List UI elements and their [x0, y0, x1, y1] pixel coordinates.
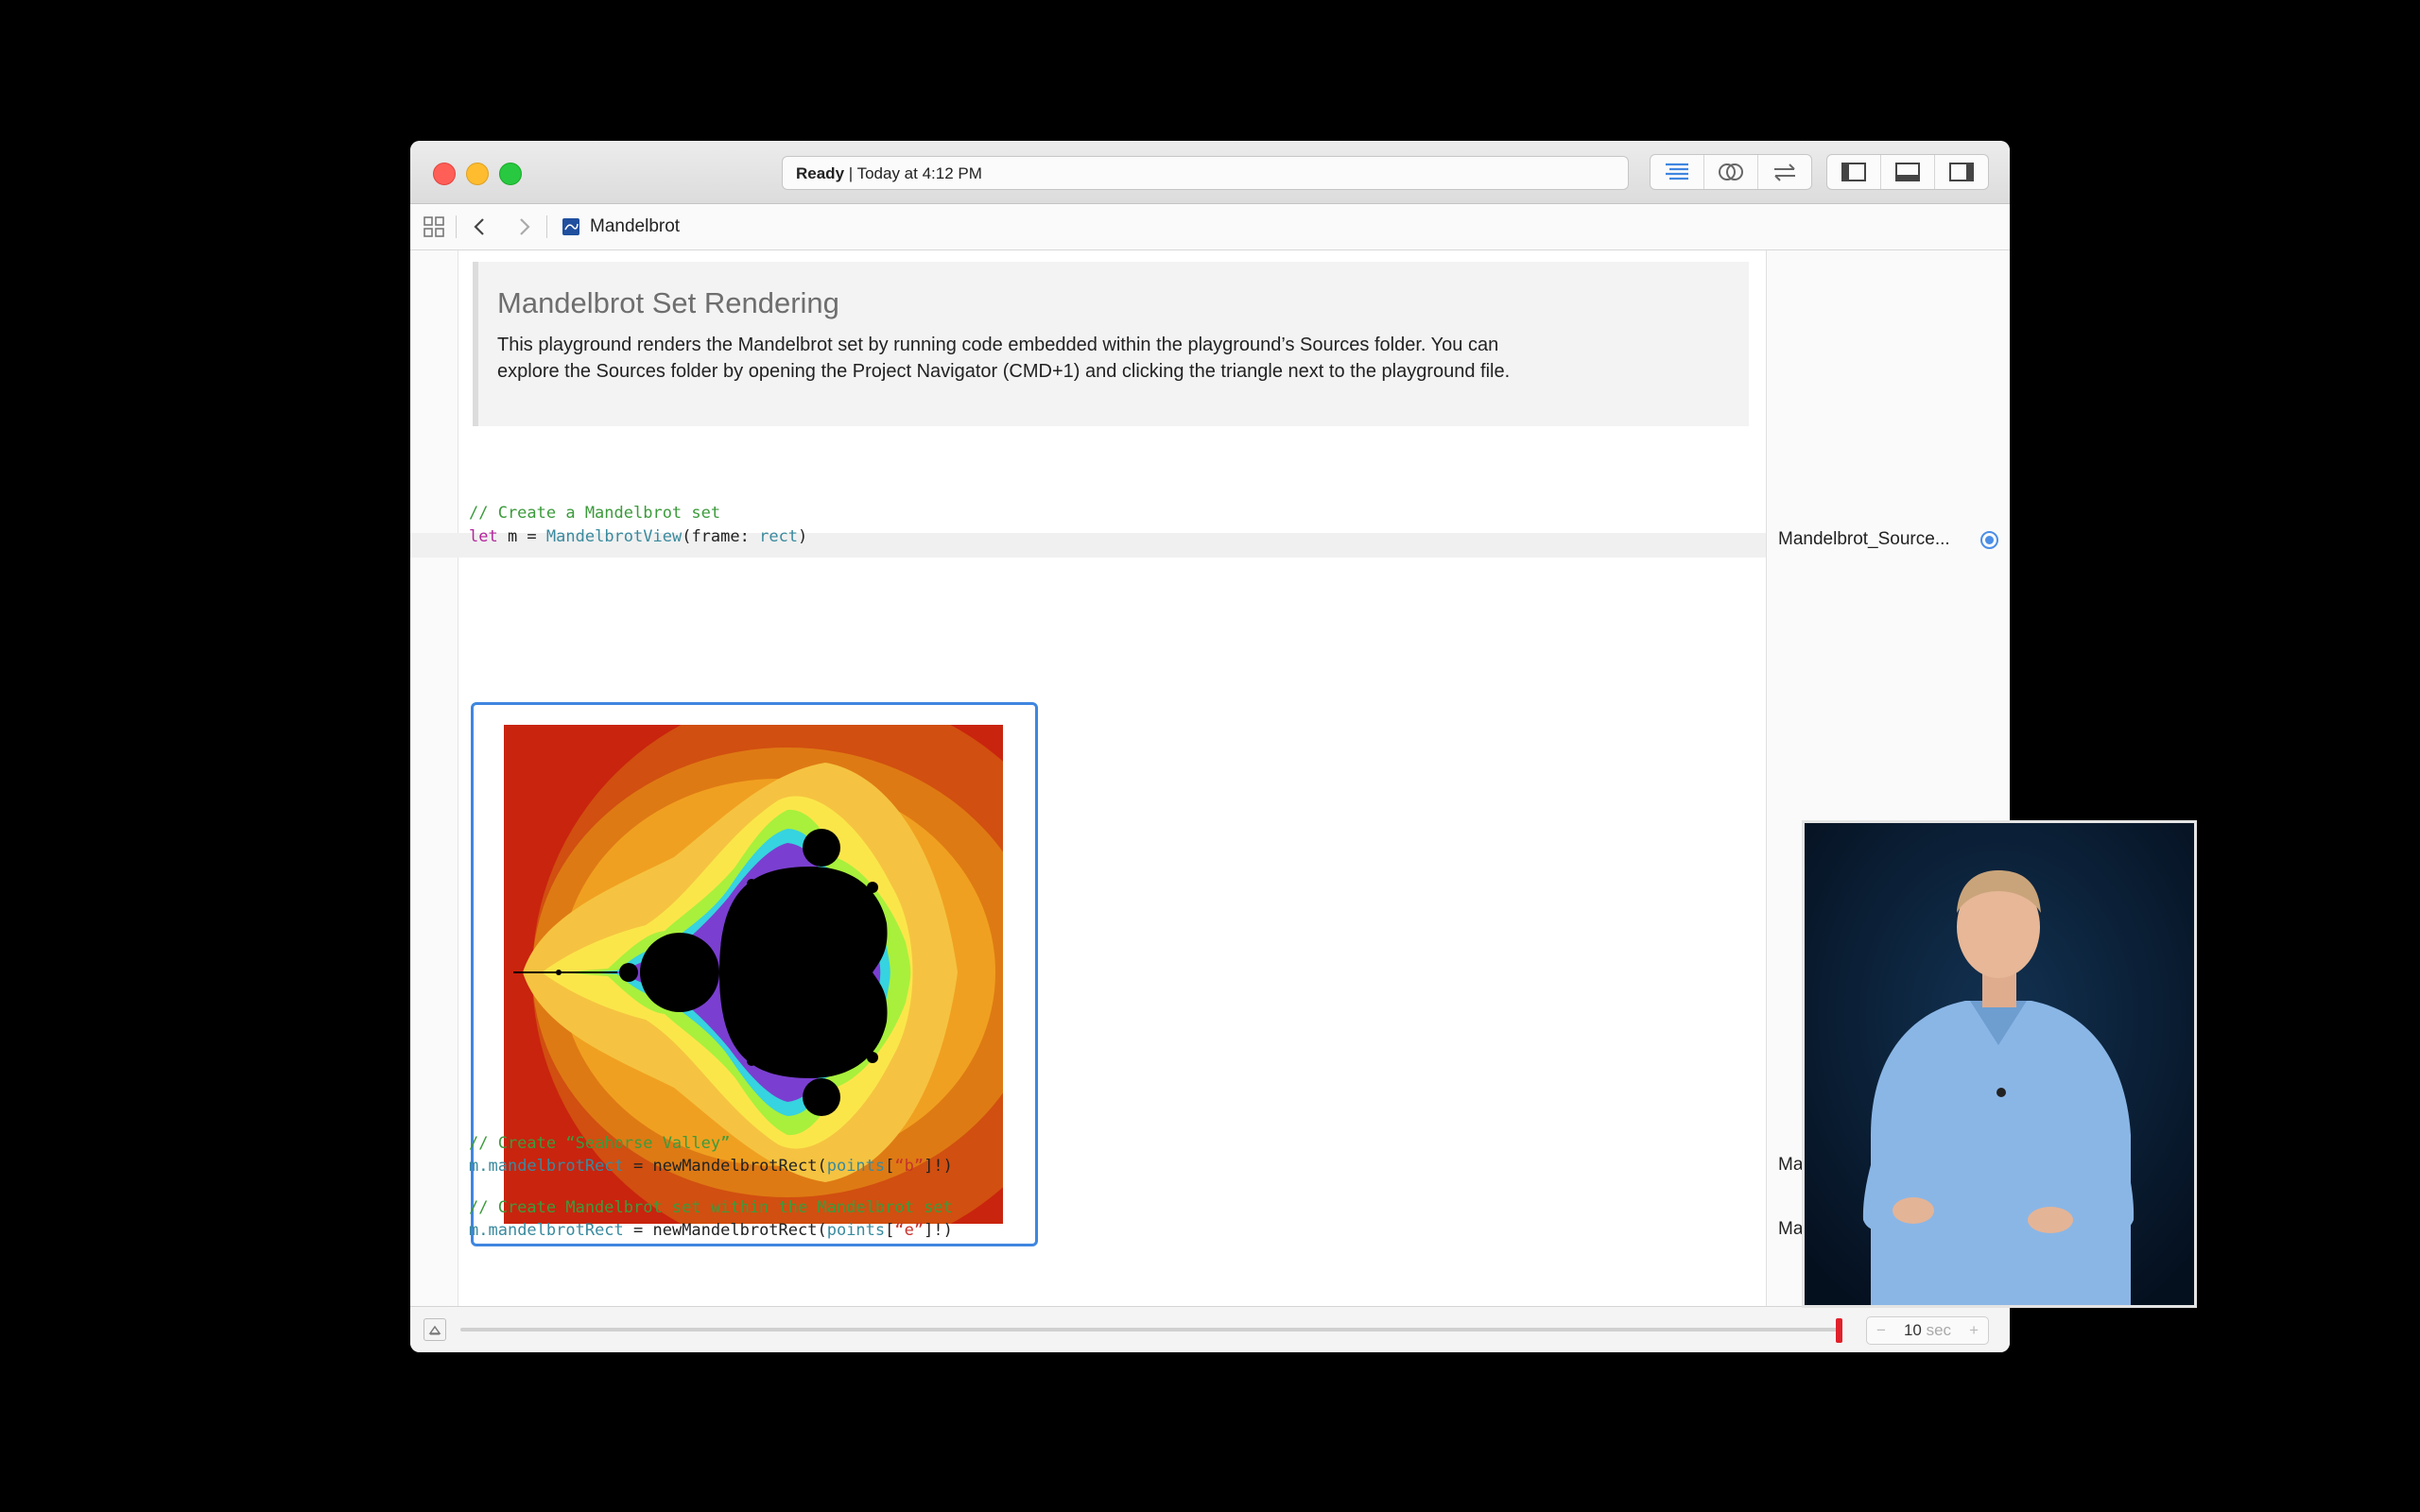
breadcrumb-file-label[interactable]: Mandelbrot	[590, 204, 680, 249]
code-string: “e”	[894, 1221, 925, 1240]
source-editor[interactable]: Mandelbrot Set Rendering This playground…	[410, 250, 1766, 1306]
code-line: m.mandelbrotRect = newMandelbrotRect(poi…	[469, 1221, 953, 1240]
code-type: MandelbrotView	[545, 527, 683, 546]
code-text: = newMandelbrotRect(	[623, 1157, 827, 1176]
xcode-window: Ready | Today at 4:12 PM Mandelbrot Mand…	[410, 141, 2010, 1352]
code-property: mandelbrotRect	[488, 1157, 624, 1176]
close-window-button[interactable]	[433, 163, 456, 185]
back-chevron-icon	[474, 218, 484, 235]
back-button[interactable]	[463, 204, 495, 249]
code-text: )	[798, 527, 808, 546]
code-identifier: points	[826, 1157, 886, 1176]
rendered-markup-block: Mandelbrot Set Rendering This playground…	[473, 262, 1749, 426]
zoom-window-button[interactable]	[499, 163, 522, 185]
code-text: [	[885, 1221, 895, 1240]
standard-editor-button[interactable]	[1651, 155, 1703, 189]
jump-bar-separator	[456, 215, 457, 238]
related-items-button[interactable]	[418, 204, 450, 249]
code-identifier: m.	[469, 1157, 489, 1176]
assistant-editor-button[interactable]	[1703, 155, 1757, 189]
debug-panel-icon	[1895, 163, 1920, 181]
code-comment: // Create a Mandelbrot set	[469, 504, 721, 523]
triangle-up-icon	[428, 1325, 441, 1335]
code-text: ]!)	[924, 1221, 953, 1240]
show-result-toggle[interactable]	[1980, 531, 1998, 549]
activity-status: Ready	[796, 164, 845, 182]
playground-file-icon	[562, 218, 579, 235]
show-debug-area-button[interactable]	[424, 1318, 446, 1341]
code-comment: // Create “Seahorse Valley”	[469, 1134, 731, 1153]
markup-body-line2: explore the Sources folder by opening th…	[497, 361, 1511, 382]
panels-segmented-control	[1826, 154, 1989, 190]
stepper-decrement-button[interactable]: −	[1876, 1321, 1886, 1340]
timeline-bar: − 10 sec +	[410, 1306, 2010, 1352]
assistant-editor-icon	[1719, 163, 1743, 180]
line-gutter	[410, 250, 458, 1306]
timeline-track[interactable]	[460, 1328, 1842, 1332]
stepper-increment-button[interactable]: +	[1969, 1321, 1979, 1340]
title-bar: Ready | Today at 4:12 PM	[410, 141, 2010, 204]
forward-chevron-icon	[520, 218, 530, 235]
code-line: let m = MandelbrotView(frame: rect)	[469, 527, 807, 546]
code-string: “b”	[894, 1157, 925, 1176]
presenter-video-overlay	[1802, 820, 2197, 1308]
duration-stepper[interactable]: − 10 sec +	[1866, 1316, 1989, 1345]
activity-time: | Today at 4:12 PM	[848, 164, 982, 182]
code-text: (frame:	[682, 527, 760, 546]
presenter-video-image	[1805, 823, 2194, 1305]
code-text: ]!)	[924, 1157, 953, 1176]
code-keyword: let	[469, 527, 498, 546]
code-text: m =	[497, 527, 546, 546]
code-identifier: m.	[469, 1221, 489, 1240]
navigator-toggle-button[interactable]	[1827, 155, 1880, 189]
version-editor-icon	[1774, 163, 1795, 181]
utilities-panel-icon	[1949, 163, 1974, 181]
duration-value: 10	[1903, 1321, 1922, 1339]
related-items-grid-icon	[424, 216, 444, 237]
activity-viewer: Ready | Today at 4:12 PM	[782, 156, 1629, 190]
jump-bar-separator	[546, 215, 547, 238]
playground-file-breadcrumb-icon[interactable]	[558, 204, 584, 249]
result-toggle-dot-icon	[1985, 536, 1994, 544]
code-text: = newMandelbrotRect(	[623, 1221, 827, 1240]
version-editor-button[interactable]	[1757, 155, 1811, 189]
code-identifier: points	[826, 1221, 886, 1240]
jump-bar: Mandelbrot	[410, 204, 2010, 250]
navigator-panel-icon	[1841, 163, 1866, 181]
code-identifier: rect	[759, 527, 799, 546]
code-comment: // Create Mandelbrot set within the Mand…	[469, 1198, 953, 1217]
markup-body: This playground renders the Mandelbrot s…	[497, 332, 1730, 385]
timeline-scrubber[interactable]	[1836, 1318, 1842, 1343]
code-text: [	[885, 1157, 895, 1176]
utilities-toggle-button[interactable]	[1934, 155, 1988, 189]
result-value-label: Ma	[1778, 1155, 1804, 1175]
forward-button[interactable]	[509, 204, 541, 249]
result-value-label: Ma	[1778, 1219, 1804, 1239]
markup-body-line1: This playground renders the Mandelbrot s…	[497, 335, 1499, 355]
duration-unit: sec	[1926, 1321, 1952, 1339]
code-property: mandelbrotRect	[488, 1221, 624, 1240]
debug-area-toggle-button[interactable]	[1880, 155, 1934, 189]
editor-mode-segmented-control	[1650, 154, 1812, 190]
markup-title: Mandelbrot Set Rendering	[497, 286, 839, 319]
standard-editor-icon	[1666, 163, 1688, 180]
code-line: m.mandelbrotRect = newMandelbrotRect(poi…	[469, 1157, 953, 1176]
result-value-label: Mandelbrot_Source...	[1778, 529, 1950, 549]
minimize-window-button[interactable]	[466, 163, 489, 185]
